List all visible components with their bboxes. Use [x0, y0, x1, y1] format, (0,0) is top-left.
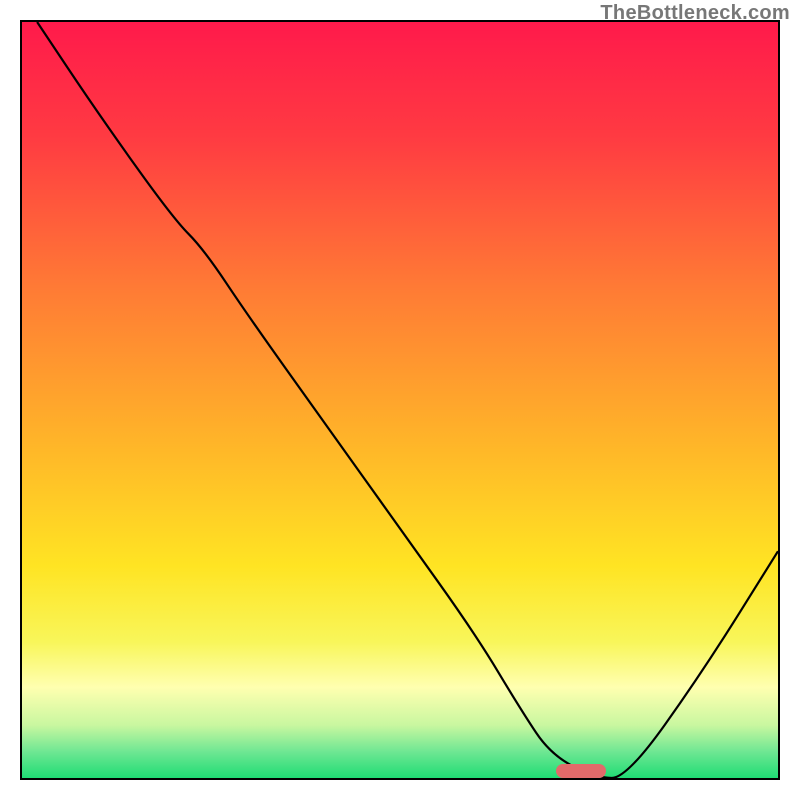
chart-svg: [22, 22, 778, 778]
gradient-background: [22, 22, 778, 778]
optimal-marker: [556, 764, 606, 778]
chart-frame: [20, 20, 780, 780]
